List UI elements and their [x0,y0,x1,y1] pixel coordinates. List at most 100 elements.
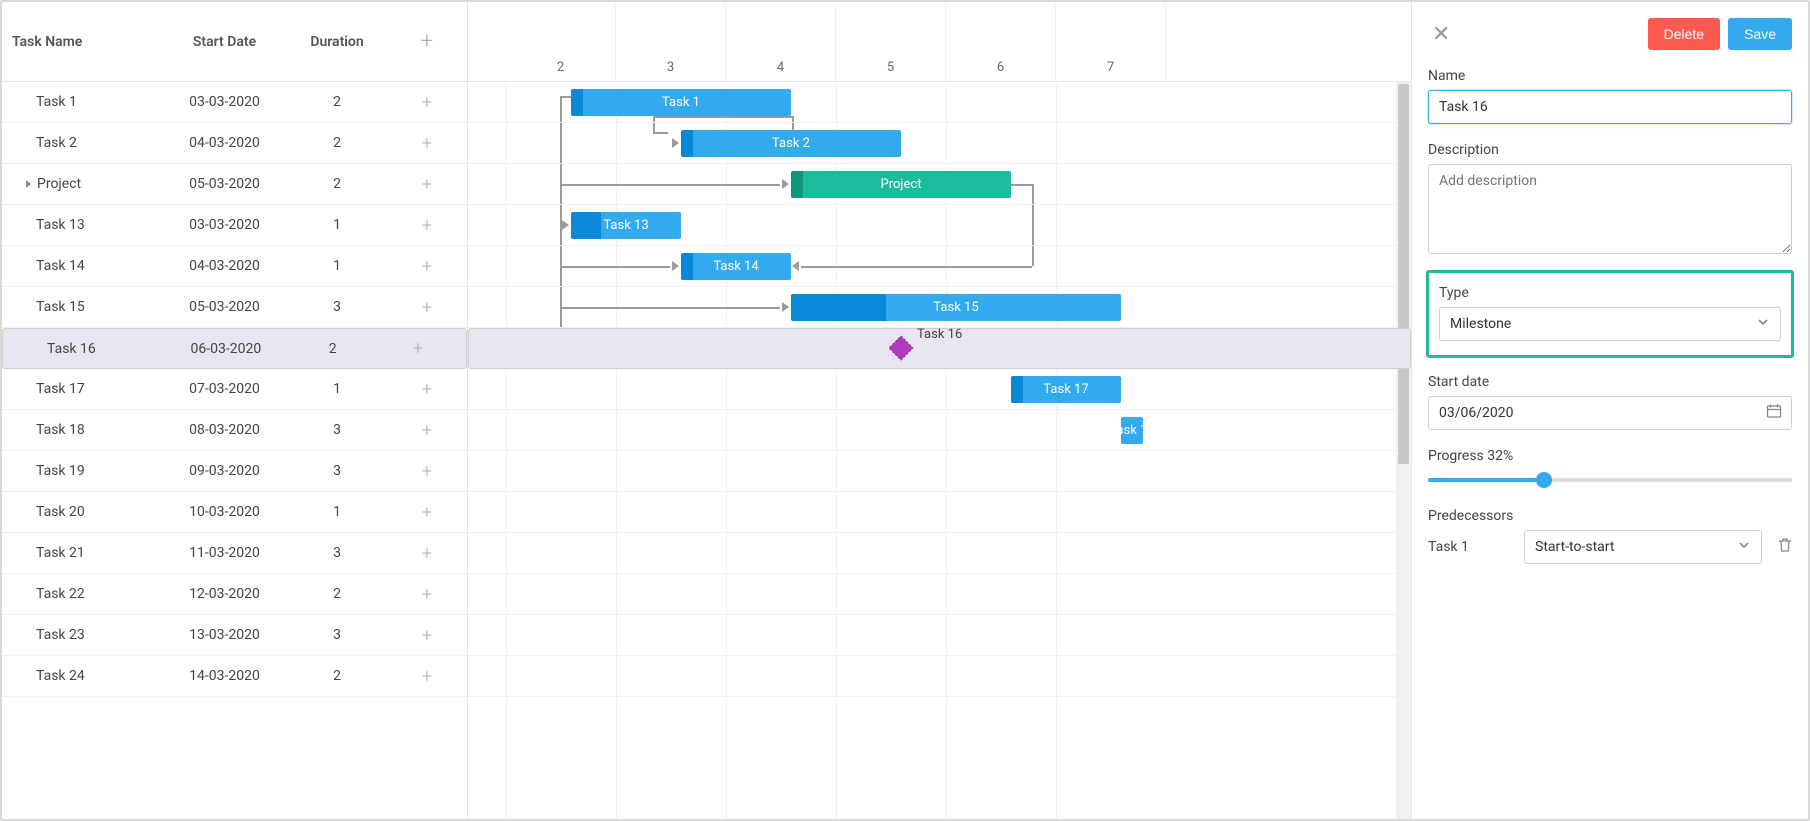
table-row[interactable]: Task 1606-03-20202+ [2,328,467,369]
add-row-button[interactable]: + [387,543,467,564]
cell-start[interactable]: 12-03-2020 [162,586,287,602]
cell-start[interactable]: 05-03-2020 [162,176,287,192]
cell-duration[interactable]: 3 [287,463,387,479]
col-task-name[interactable]: Task Name [2,34,162,50]
name-input[interactable] [1428,90,1792,124]
cell-task-name[interactable]: Task 18 [2,422,162,438]
delete-button[interactable]: Delete [1648,18,1720,50]
gantt-bar[interactable]: Project [791,171,1011,198]
start-date-input[interactable] [1428,396,1792,430]
cell-start[interactable]: 07-03-2020 [162,381,287,397]
table-row[interactable]: Task 2010-03-20201+ [2,492,467,533]
table-row[interactable]: Task 2111-03-20203+ [2,533,467,574]
col-start-date[interactable]: Start Date [162,34,287,50]
add-row-button[interactable]: + [387,461,467,482]
cell-duration[interactable]: 1 [287,258,387,274]
table-row[interactable]: Task 1303-03-20201+ [2,205,467,246]
description-input[interactable] [1428,164,1792,254]
cell-start[interactable]: 06-03-2020 [167,341,286,357]
table-row[interactable]: Task 1707-03-20201+ [2,369,467,410]
add-row-button[interactable]: + [387,256,467,277]
cell-duration[interactable]: 3 [287,627,387,643]
add-row-button[interactable]: + [387,502,467,523]
table-row[interactable]: Task 103-03-20202+ [2,82,467,123]
trash-icon[interactable] [1778,537,1792,557]
cell-task-name[interactable]: Task 15 [2,299,162,315]
cell-start[interactable]: 13-03-2020 [162,627,287,643]
add-row-button[interactable]: + [387,584,467,605]
save-button[interactable]: Save [1728,18,1792,50]
type-select[interactable]: Milestone [1439,307,1781,341]
add-row-button[interactable]: + [387,133,467,154]
add-row-button[interactable]: + [387,420,467,441]
timeline-scrollbar[interactable] [1396,82,1411,819]
cell-task-name[interactable]: Task 17 [2,381,162,397]
cell-task-name[interactable]: Task 20 [2,504,162,520]
table-row[interactable]: Task 1808-03-20203+ [2,410,467,451]
table-row[interactable]: Task 2313-03-20203+ [2,615,467,656]
add-row-button[interactable]: + [387,297,467,318]
expand-icon[interactable] [26,180,31,188]
cell-task-name[interactable]: Task 13 [2,217,162,233]
cell-task-name[interactable]: Task 2 [2,135,162,151]
add-row-button[interactable]: + [387,92,467,113]
col-duration[interactable]: Duration [287,34,387,50]
add-column-button[interactable]: + [387,29,467,54]
cell-start[interactable]: 09-03-2020 [162,463,287,479]
cell-duration[interactable]: 2 [287,668,387,684]
table-row[interactable]: Task 2212-03-20202+ [2,574,467,615]
cell-duration[interactable]: 2 [287,586,387,602]
gantt-bar[interactable]: Task 18 [1121,417,1143,444]
cell-duration[interactable]: 2 [287,135,387,151]
cell-duration[interactable]: 2 [287,176,387,192]
calendar-icon[interactable] [1766,403,1782,423]
close-icon[interactable]: ✕ [1428,22,1454,47]
cell-duration[interactable]: 3 [287,422,387,438]
cell-task-name[interactable]: Project [2,176,162,192]
gantt-bar[interactable]: Task 14 [681,253,791,280]
gantt-bar[interactable]: Task 1 [571,89,791,116]
add-row-button[interactable]: + [387,215,467,236]
progress-slider[interactable] [1428,470,1792,490]
table-row[interactable]: Task 1909-03-20203+ [2,451,467,492]
cell-duration[interactable]: 1 [287,381,387,397]
cell-task-name[interactable]: Task 23 [2,627,162,643]
cell-task-name[interactable]: Task 24 [2,668,162,684]
predecessor-link-select[interactable]: Start-to-start [1524,530,1762,564]
cell-duration[interactable]: 2 [285,341,380,357]
cell-duration[interactable]: 3 [287,545,387,561]
cell-duration[interactable]: 2 [287,94,387,110]
add-row-button[interactable]: + [387,174,467,195]
cell-start[interactable]: 04-03-2020 [162,258,287,274]
cell-duration[interactable]: 3 [287,299,387,315]
gantt-bar[interactable]: Task 13 [571,212,681,239]
table-row[interactable]: Task 1404-03-20201+ [2,246,467,287]
cell-task-name[interactable]: Task 22 [2,586,162,602]
table-row[interactable]: Project05-03-20202+ [2,164,467,205]
cell-start[interactable]: 11-03-2020 [162,545,287,561]
cell-start[interactable]: 03-03-2020 [162,217,287,233]
cell-start[interactable]: 14-03-2020 [162,668,287,684]
add-row-button[interactable]: + [380,338,456,359]
cell-task-name[interactable]: Task 16 [13,341,167,357]
table-row[interactable]: Task 1505-03-20203+ [2,287,467,328]
cell-start[interactable]: 05-03-2020 [162,299,287,315]
cell-task-name[interactable]: Task 21 [2,545,162,561]
cell-task-name[interactable]: Task 14 [2,258,162,274]
cell-start[interactable]: 03-03-2020 [162,94,287,110]
cell-task-name[interactable]: Task 19 [2,463,162,479]
add-row-button[interactable]: + [387,379,467,400]
gantt-bar[interactable]: Task 17 [1011,376,1121,403]
cell-start[interactable]: 08-03-2020 [162,422,287,438]
timeline-body[interactable]: Task 1 Task 2 Project Task 13Task 14Task 15… [468,82,1411,819]
cell-duration[interactable]: 1 [287,504,387,520]
gantt-bar[interactable]: Task 2 [681,130,901,157]
cell-start[interactable]: 04-03-2020 [162,135,287,151]
add-row-button[interactable]: + [387,625,467,646]
gantt-bar[interactable]: Task 15 [791,294,1121,321]
table-row[interactable]: Task 204-03-20202+ [2,123,467,164]
table-row[interactable]: Task 2414-03-20202+ [2,656,467,697]
cell-duration[interactable]: 1 [287,217,387,233]
cell-task-name[interactable]: Task 1 [2,94,162,110]
cell-start[interactable]: 10-03-2020 [162,504,287,520]
